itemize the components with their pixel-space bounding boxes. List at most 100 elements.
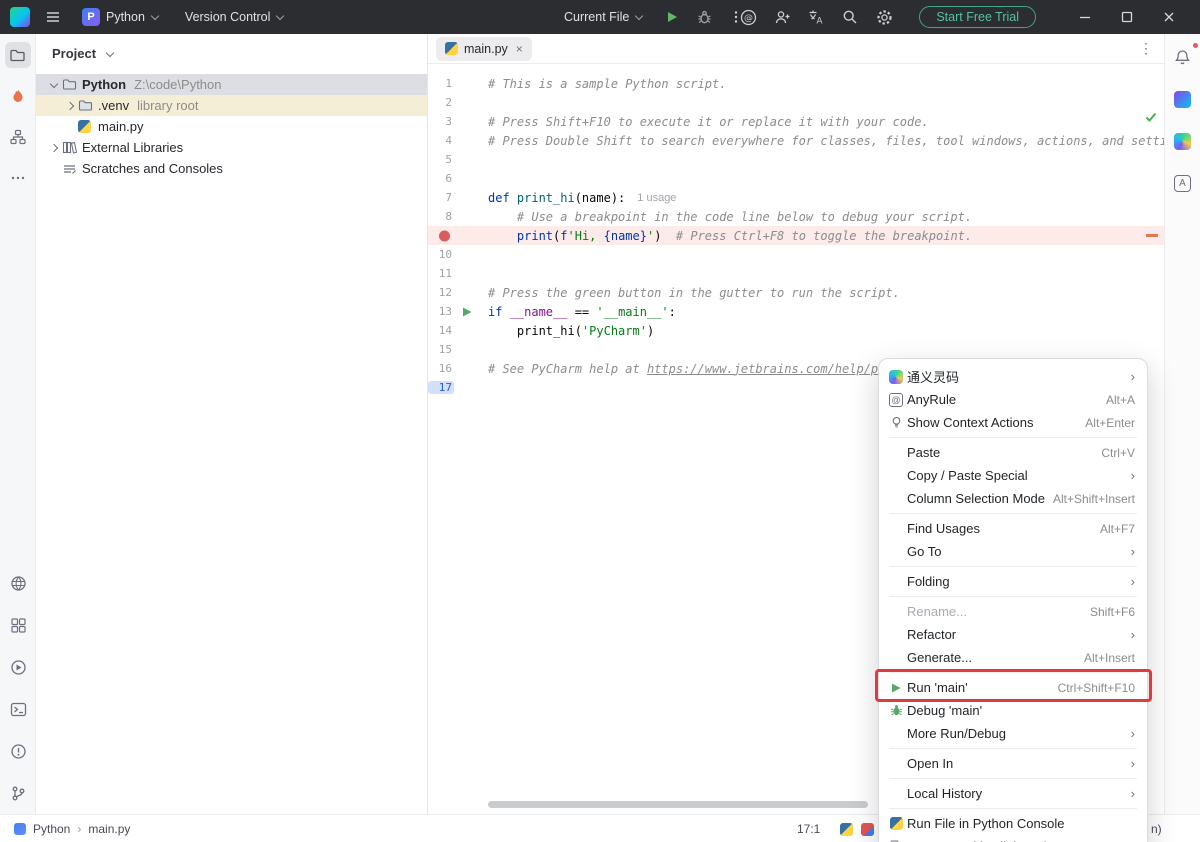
settings-gear-icon[interactable] — [875, 8, 893, 26]
line-number[interactable]: 3 — [428, 115, 454, 128]
menu-item-rename[interactable]: Rename...Shift+F6 — [879, 600, 1147, 623]
code-line-12[interactable]: 12# Press the green button in the gutter… — [428, 283, 1164, 302]
run-toolwindow-icon[interactable] — [5, 654, 31, 680]
code-line-1[interactable]: 1# This is a sample Python script. — [428, 74, 1164, 93]
code-editor[interactable]: 1# This is a sample Python script. 2 3# Pr… — [428, 64, 1164, 397]
line-number[interactable]: 11 — [428, 267, 454, 280]
line-number[interactable]: 8 — [428, 210, 454, 223]
line-number[interactable]: 2 — [428, 96, 454, 109]
tree-item-scratches-and-consoles[interactable]: Scratches and Consoles — [36, 158, 427, 179]
code-line-15[interactable]: 15 — [428, 340, 1164, 359]
problems-icon[interactable] — [5, 738, 31, 764]
menu-item-paste[interactable]: PasteCtrl+V — [879, 441, 1147, 464]
close-icon[interactable] — [1160, 8, 1178, 26]
code-line-11[interactable]: 11 — [428, 264, 1164, 283]
notifications-bell-icon[interactable] — [1170, 44, 1196, 70]
add-user-icon[interactable] — [773, 8, 791, 26]
flame-icon[interactable] — [5, 83, 31, 109]
tongyi-lingma-icon[interactable] — [1170, 128, 1196, 154]
code-line-6[interactable]: 6 — [428, 169, 1164, 188]
vcs-widget[interactable]: Version Control — [179, 6, 290, 28]
status-red-icon[interactable] — [861, 815, 874, 842]
code-line-3[interactable]: 3# Press Shift+F10 to execute it or repl… — [428, 112, 1164, 131]
menu-item-refactor[interactable]: Refactor› — [879, 623, 1147, 646]
tree-item-python[interactable]: PythonZ:\code\Python — [36, 74, 427, 95]
python-packages-icon[interactable] — [5, 570, 31, 596]
interpreter-label-fragment[interactable]: n) — [1151, 815, 1162, 842]
project-toolwindow-icon[interactable] — [5, 42, 31, 68]
run-icon[interactable] — [663, 8, 681, 26]
project-widget[interactable]: P Python — [76, 4, 165, 30]
line-number[interactable]: 7 — [428, 191, 454, 204]
caret-position[interactable]: 17:1 — [797, 815, 820, 842]
line-number[interactable]: 4 — [428, 134, 454, 147]
menu-item-find-usages[interactable]: Find UsagesAlt+F7 — [879, 517, 1147, 540]
code-line-9[interactable]: 9 print(f'Hi, {name}') # Press Ctrl+F8 t… — [428, 226, 1164, 245]
menu-item-local-history[interactable]: Local History› — [879, 782, 1147, 805]
hamburger-menu-icon[interactable] — [44, 8, 62, 26]
line-number[interactable]: 15 — [428, 343, 454, 356]
chevron-down-icon[interactable] — [102, 46, 118, 62]
code-line-5[interactable]: 5 — [428, 150, 1164, 169]
code-line-13[interactable]: 13if __name__ == '__main__': — [428, 302, 1164, 321]
usage-inlay-hint[interactable]: 1 usage — [637, 192, 676, 204]
start-free-trial-button[interactable]: Start Free Trial — [919, 6, 1036, 28]
code-line-4[interactable]: 4# Press Double Shift to search everywhe… — [428, 131, 1164, 150]
structure-icon[interactable] — [5, 124, 31, 150]
code-line-2[interactable]: 2 — [428, 93, 1164, 112]
code-line-7[interactable]: 7def print_hi(name):1 usage — [428, 188, 1164, 207]
breakpoint-dot[interactable]: 9 — [428, 229, 454, 242]
chevron-right-icon[interactable] — [62, 98, 78, 114]
menu-item-show-context-actions[interactable]: Show Context ActionsAlt+Enter — [879, 411, 1147, 434]
line-number[interactable]: 1 — [428, 77, 454, 90]
line-number[interactable]: 17 — [428, 381, 454, 394]
line-number[interactable]: 12 — [428, 286, 454, 299]
translate-icon[interactable]: A — [807, 8, 825, 26]
line-number[interactable]: 14 — [428, 324, 454, 337]
code-line-10[interactable]: 10 — [428, 245, 1164, 264]
menu-item-item[interactable]: 通义灵码› — [879, 365, 1147, 388]
run-configuration-widget[interactable]: Current File — [558, 6, 649, 28]
line-number[interactable]: 5 — [428, 153, 454, 166]
services-icon[interactable] — [5, 612, 31, 638]
chevron-down-icon[interactable] — [46, 77, 62, 93]
menu-item-run-main[interactable]: Run 'main'Ctrl+Shift+F10 — [879, 676, 1147, 699]
menu-item-generate[interactable]: Generate...Alt+Insert — [879, 646, 1147, 669]
menu-item-folding[interactable]: Folding› — [879, 570, 1147, 593]
tab-main-py[interactable]: main.py × — [436, 37, 532, 61]
maximize-icon[interactable] — [1118, 8, 1136, 26]
menu-item-open-in[interactable]: Open In› — [879, 752, 1147, 775]
more-horizontal-icon[interactable] — [5, 165, 31, 191]
minimize-icon[interactable] — [1076, 8, 1094, 26]
terminal-icon[interactable] — [5, 696, 31, 722]
menu-item-run-file-in-python-console[interactable]: Run File in Python Console — [879, 812, 1147, 835]
python-interpreter-icon[interactable] — [840, 815, 853, 842]
tree-item-external-libraries[interactable]: External Libraries — [36, 137, 427, 158]
code-line-14[interactable]: 14 print_hi('PyCharm') — [428, 321, 1164, 340]
menu-item-debug-main[interactable]: Debug 'main' — [879, 699, 1147, 722]
menu-item-copy-paste-special[interactable]: Copy / Paste Special› — [879, 464, 1147, 487]
breadcrumb-file[interactable]: main.py — [88, 822, 130, 836]
horizontal-scrollbar[interactable] — [488, 801, 868, 808]
line-number[interactable]: 6 — [428, 172, 454, 185]
menu-item-more-run-debug[interactable]: More Run/Debug› — [879, 722, 1147, 745]
menu-item-anyrule[interactable]: @AnyRuleAlt+A — [879, 388, 1147, 411]
tabbar-more-icon[interactable]: ⋮ — [1139, 40, 1154, 57]
more-vertical-icon[interactable] — [727, 8, 745, 26]
debug-icon[interactable] — [695, 8, 713, 26]
menu-item-column-selection-mode[interactable]: Column Selection ModeAlt+Shift+Insert — [879, 487, 1147, 510]
chevron-right-icon[interactable] — [46, 140, 62, 156]
menu-item-go-to[interactable]: Go To› — [879, 540, 1147, 563]
line-number[interactable]: 16 — [428, 362, 454, 375]
menu-item-compare-with-clipboard[interactable]: Compare with Clipboard — [879, 835, 1147, 842]
documentation-icon[interactable]: A — [1170, 170, 1196, 196]
gutter-run-icon[interactable] — [458, 304, 476, 320]
search-icon[interactable] — [841, 8, 859, 26]
breadcrumb-project[interactable]: Python — [33, 822, 70, 836]
git-branch-icon[interactable] — [5, 780, 31, 806]
tree-item-venv[interactable]: .venvlibrary root — [36, 95, 427, 116]
line-number[interactable]: 10 — [428, 248, 454, 261]
tab-close-icon[interactable]: × — [516, 42, 523, 56]
line-number[interactable]: 13 — [428, 305, 454, 318]
code-line-8[interactable]: 8 # Use a breakpoint in the code line be… — [428, 207, 1164, 226]
